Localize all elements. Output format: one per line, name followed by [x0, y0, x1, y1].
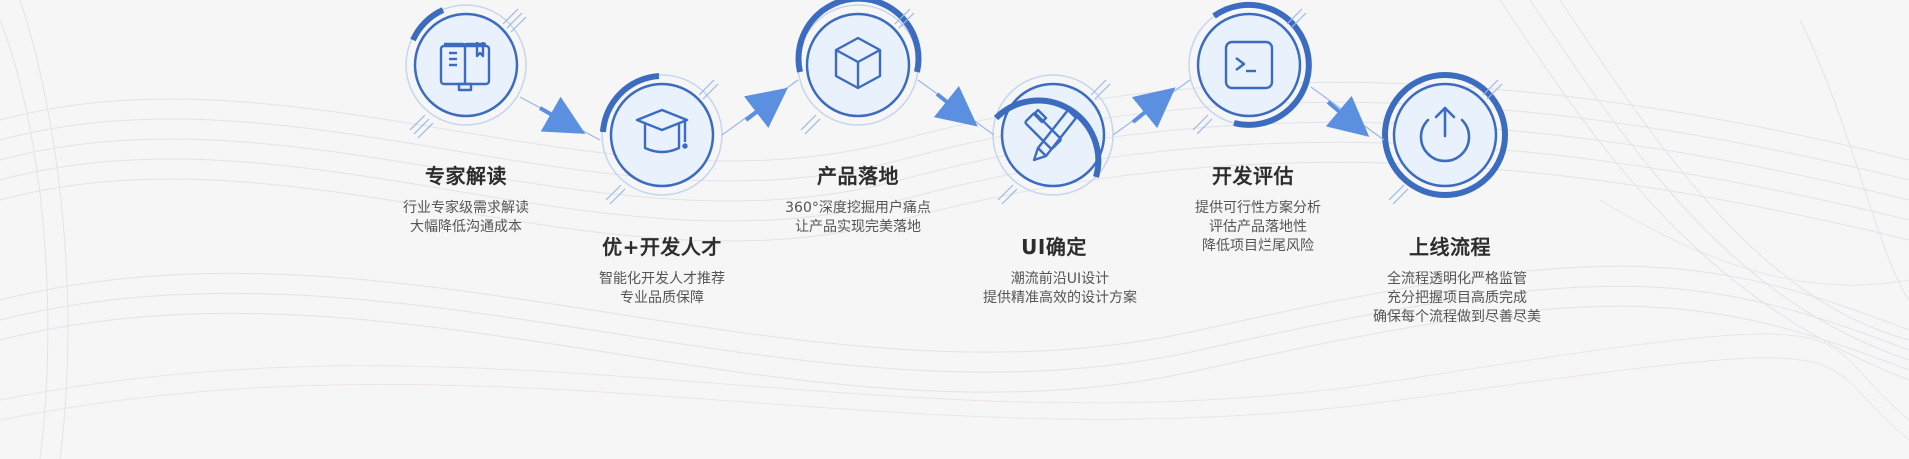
arrow-5 [1325, 95, 1370, 137]
step-connectors [409, 8, 1503, 205]
arrow-1 [539, 96, 586, 134]
arrow-4 [1131, 87, 1176, 129]
arrow-2 [743, 87, 788, 129]
arrow-3 [933, 85, 978, 127]
